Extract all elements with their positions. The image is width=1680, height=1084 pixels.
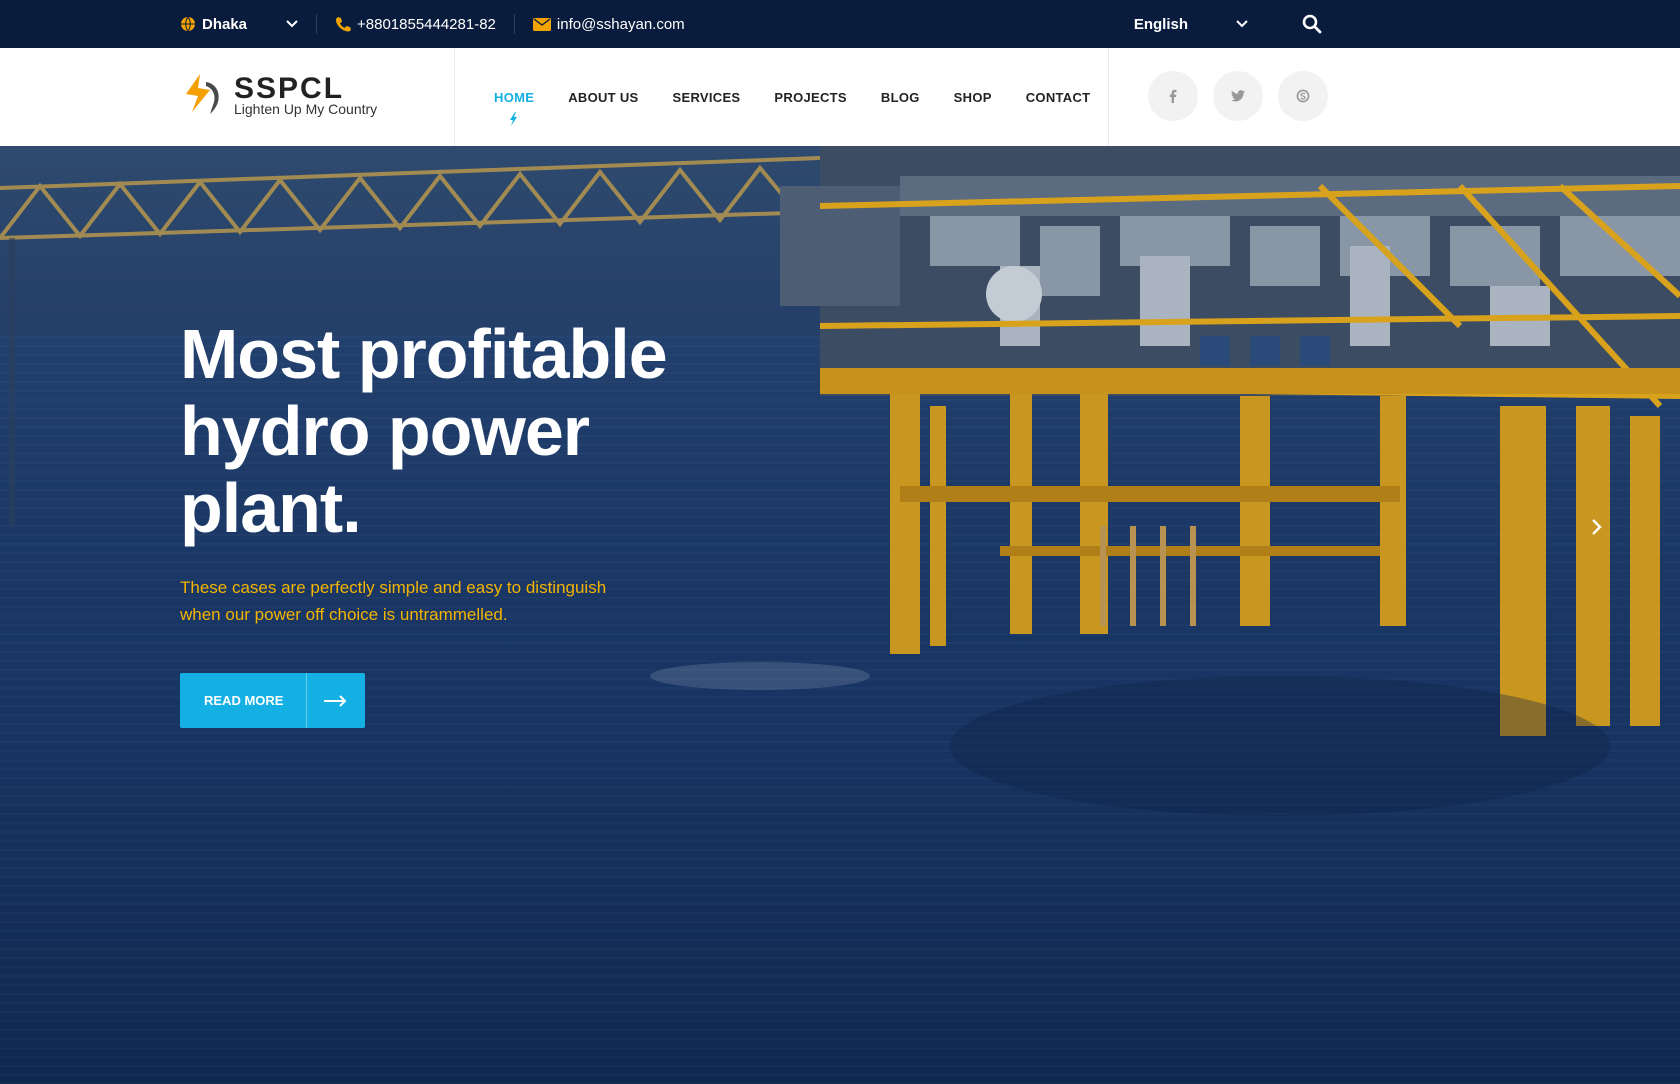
nav-about-us[interactable]: ABOUT US (568, 90, 638, 105)
hero-title: Most profitable hydro power plant. (180, 315, 668, 547)
main-header: SSPCL Lighten Up My Country HOME ABOUT U… (0, 48, 1680, 146)
email-contact[interactable]: info@sshayan.com (532, 15, 685, 33)
chevron-down-icon (1236, 20, 1248, 28)
read-more-button[interactable]: READ MORE (180, 673, 365, 728)
chevron-down-icon (286, 20, 298, 28)
main-nav: HOME ABOUT US SERVICES PROJECTS BLOG SHO… (494, 48, 1090, 146)
nav-home-label: HOME (494, 89, 535, 105)
facebook-icon[interactable] (1148, 71, 1198, 121)
arrow-right-icon (307, 694, 365, 707)
hero-subtitle: These cases are perfectly simple and eas… (180, 578, 607, 624)
top-bar: Dhaka +8801855444281-82 info@sshayan.com… (0, 0, 1680, 48)
nav-blog[interactable]: BLOG (881, 90, 920, 105)
divider (316, 14, 317, 34)
site-logo[interactable]: SSPCL Lighten Up My Country (180, 72, 377, 118)
nav-shop[interactable]: SHOP (954, 90, 992, 105)
nav-services[interactable]: SERVICES (673, 90, 741, 105)
language-label: English (1133, 15, 1188, 33)
language-selector[interactable]: English (1134, 16, 1248, 33)
nav-home[interactable]: HOME (494, 89, 535, 126)
envelope-icon (532, 17, 551, 31)
email-address: info@sshayan.com (556, 15, 685, 33)
globe-icon (181, 16, 195, 32)
phone-number: +8801855444281-82 (357, 15, 496, 33)
logo-tagline: Lighten Up My Country (234, 101, 378, 117)
nav-contact[interactable]: CONTACT (1026, 90, 1091, 105)
location-selector[interactable]: Dhaka (180, 16, 298, 33)
phone-contact[interactable]: +8801855444281-82 (335, 16, 496, 33)
divider (454, 48, 455, 146)
bolt-icon (510, 111, 517, 126)
skype-icon[interactable] (1278, 71, 1328, 121)
nav-projects[interactable]: PROJECTS (774, 90, 846, 105)
logo-mark-icon (186, 74, 219, 114)
logo-name: SSPCL (234, 72, 345, 105)
read-more-label: READ MORE (204, 693, 284, 708)
hero-slider: Most profitable hydro power plant. These… (0, 146, 1680, 1084)
search-icon[interactable] (1302, 14, 1322, 34)
twitter-icon[interactable] (1213, 71, 1263, 121)
location-label: Dhaka (202, 15, 248, 33)
divider (513, 14, 515, 34)
divider (1108, 48, 1109, 146)
phone-icon (336, 17, 351, 32)
slider-next-icon[interactable] (1585, 516, 1607, 538)
social-links (1148, 71, 1328, 121)
